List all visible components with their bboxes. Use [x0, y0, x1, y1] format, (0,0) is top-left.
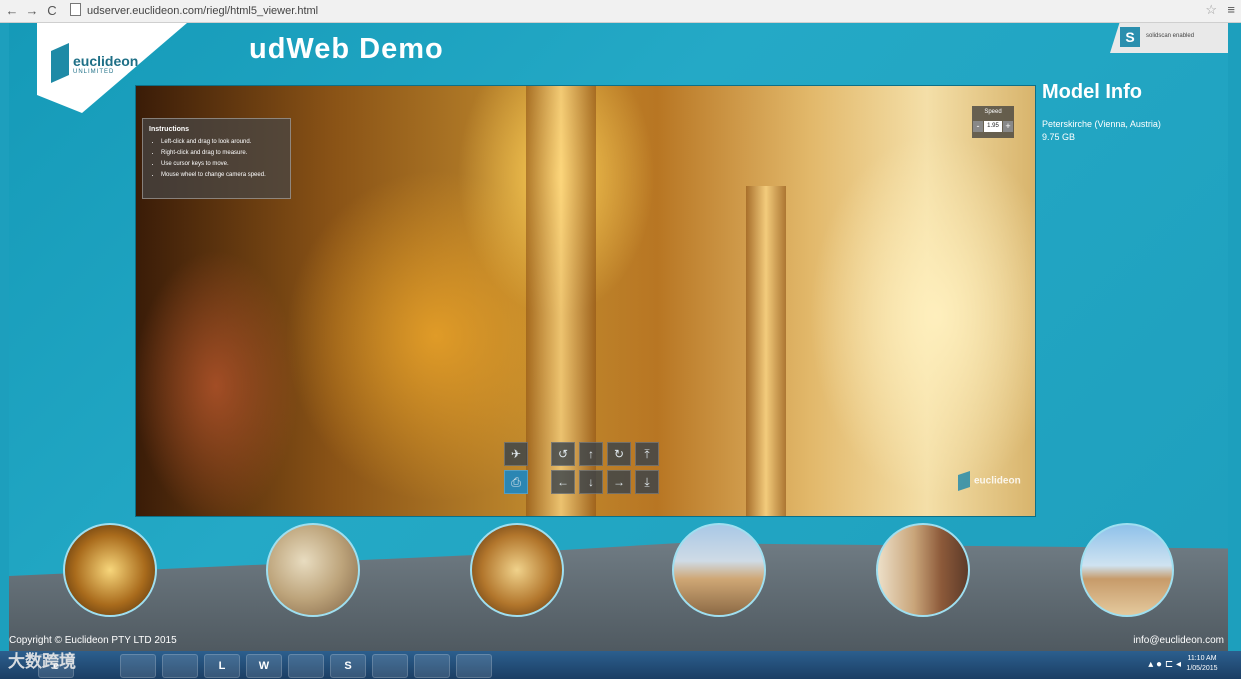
instructions-panel: Instructions Left-click and drag to look… — [142, 118, 291, 199]
instructions-title: Instructions — [149, 126, 190, 133]
move-right-icon[interactable]: → — [607, 470, 631, 494]
taskbar-word-icon[interactable]: W — [246, 654, 282, 678]
browser-menu-icon[interactable]: ≡ — [1227, 2, 1235, 17]
taskbar-recorder-icon[interactable] — [414, 654, 450, 678]
model-size: 9.75 GB — [1042, 132, 1076, 142]
ascend-icon[interactable]: ⤒ — [635, 442, 659, 466]
taskbar-acrobat-icon[interactable] — [456, 654, 492, 678]
instruction-item: Mouse wheel to change camera speed. — [161, 170, 266, 181]
solidscan-text: solidscan enabled — [1146, 33, 1195, 39]
euclideon-logo-icon — [51, 43, 69, 83]
plane-icon[interactable]: ✈ — [504, 442, 528, 466]
browser-toolbar: ← → C udserver.euclideon.com/riegl/html5… — [0, 0, 1241, 23]
model-thumbnail-colosseum-3[interactable] — [1080, 523, 1174, 617]
bookmark-star-icon[interactable]: ☆ — [1205, 2, 1217, 18]
overlay-watermark-text: 大数跨境 — [8, 652, 76, 671]
clock-date: 1/05/2015 — [1186, 665, 1218, 672]
url-text: udserver.euclideon.com/riegl/html5_viewe… — [87, 5, 319, 17]
rotate-right-icon[interactable]: ↻ — [607, 442, 631, 466]
back-arrow-icon[interactable]: ← — [4, 3, 20, 19]
move-down-icon[interactable]: ↓ — [579, 470, 603, 494]
copyright-text: Copyright © Euclideon PTY LTD 2015 — [9, 635, 177, 646]
taskbar-skype-icon[interactable]: S — [330, 654, 366, 678]
reload-icon[interactable]: C — [44, 3, 60, 19]
instruction-item: Right-click and drag to measure. — [161, 148, 266, 159]
camera-icon[interactable]: ⎙ — [504, 470, 528, 494]
instructions-list: Left-click and drag to look around. Righ… — [153, 137, 266, 181]
instruction-item: Use cursor keys to move. — [161, 159, 266, 170]
euclideon-watermark-icon — [958, 471, 970, 491]
model-thumbnail-colosseum-1[interactable] — [672, 523, 766, 617]
speed-decrease-button[interactable]: - — [973, 121, 983, 132]
move-left-icon[interactable]: ← — [551, 470, 575, 494]
logo-name: euclideon — [73, 53, 139, 69]
solidscan-badge: S solidscan enabled — [1110, 23, 1228, 53]
model-info-title: Model Info — [1042, 81, 1142, 103]
model-thumbnail-ceiling[interactable] — [266, 523, 360, 617]
watermark-text: euclideon — [974, 475, 1021, 487]
rotate-left-icon[interactable]: ↺ — [551, 442, 575, 466]
instruction-item: Left-click and drag to look around. — [161, 137, 266, 148]
taskbar-chrome-icon[interactable] — [120, 654, 156, 678]
model-thumbnail-altar[interactable] — [470, 523, 564, 617]
viewer-watermark: euclideon — [958, 471, 1021, 491]
taskbar: e L W S ▴ ● ⊏ ◂ 11:10 AM 1/05/2015 — [0, 651, 1241, 679]
taskbar-paint-icon[interactable] — [288, 654, 324, 678]
clock-time: 11:10 AM — [1187, 655, 1217, 662]
3d-viewer[interactable]: Instructions Left-click and drag to look… — [135, 85, 1036, 517]
descend-icon[interactable]: ⤓ — [635, 470, 659, 494]
address-bar[interactable]: udserver.euclideon.com/riegl/html5_viewe… — [70, 3, 318, 19]
system-tray[interactable]: ▴ ● ⊏ ◂ — [1148, 659, 1181, 670]
taskbar-lync-icon[interactable]: L — [204, 654, 240, 678]
speed-increase-button[interactable]: + — [1003, 121, 1013, 132]
page-title: udWeb Demo — [249, 33, 444, 65]
logo-subtitle: UNLIMITED — [73, 69, 115, 75]
page-content: euclideon UNLIMITED udWeb Demo S solidsc… — [9, 23, 1228, 651]
move-up-icon[interactable]: ↑ — [579, 442, 603, 466]
taskbar-firefox-icon[interactable] — [162, 654, 198, 678]
scene-pillar — [746, 186, 786, 516]
model-thumbnail-colosseum-2[interactable] — [876, 523, 970, 617]
model-thumbnail-peterskirche[interactable] — [63, 523, 157, 617]
speed-value[interactable]: 1.95 — [984, 121, 1002, 132]
solidscan-logo-icon: S — [1120, 27, 1140, 47]
contact-email-link[interactable]: info@euclideon.com — [1133, 635, 1224, 646]
speed-label: Speed — [984, 109, 1002, 115]
page-icon — [70, 3, 81, 16]
model-name: Peterskirche (Vienna, Austria) — [1042, 119, 1161, 129]
taskbar-clock[interactable]: 11:10 AM 1/05/2015 — [1183, 654, 1221, 674]
speed-control: Speed - 1.95 + — [972, 106, 1014, 138]
taskbar-explorer-icon[interactable] — [372, 654, 408, 678]
forward-arrow-icon[interactable]: → — [24, 3, 40, 19]
